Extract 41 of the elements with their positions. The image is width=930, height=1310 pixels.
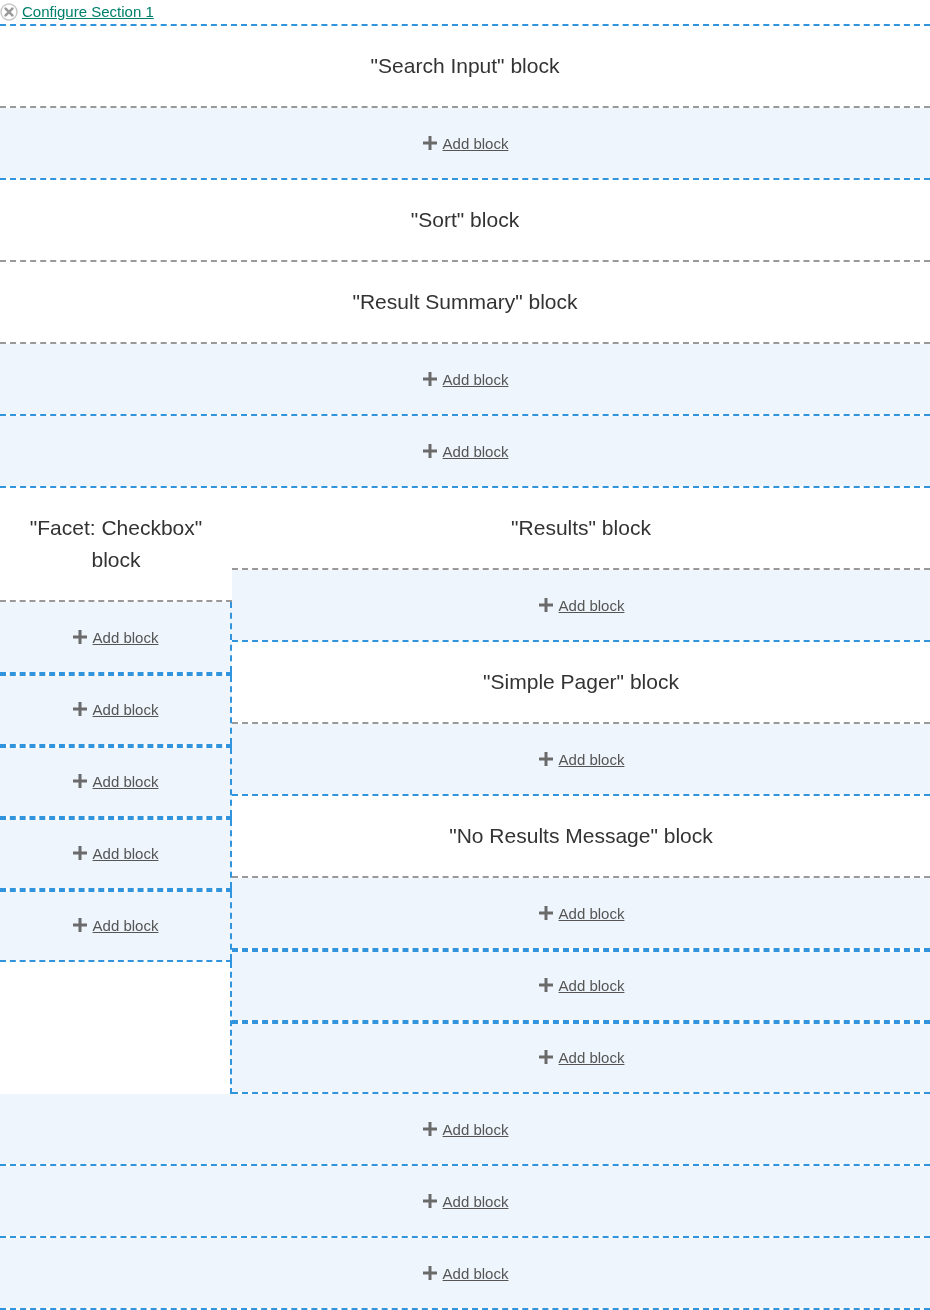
block-title: "Sort" block <box>410 208 520 231</box>
plus-icon <box>71 917 88 933</box>
block-title: "Facet: Checkbox" block <box>29 516 203 571</box>
add-block-link[interactable]: Add block <box>71 701 159 718</box>
block-title: "Results" block <box>511 516 651 539</box>
plus-icon <box>537 597 554 613</box>
configure-section-link[interactable]: Configure Section 1 <box>22 3 154 21</box>
plus-icon <box>71 629 88 645</box>
add-block-link[interactable]: Add block <box>537 597 625 614</box>
plus-icon <box>71 845 88 861</box>
plus-icon <box>537 905 554 921</box>
plus-icon <box>421 135 438 151</box>
add-block-link[interactable]: Add block <box>71 629 159 646</box>
plus-icon <box>421 371 438 387</box>
plus-icon <box>421 443 438 459</box>
add-block-link[interactable]: Add block <box>421 1193 509 1210</box>
plus-icon <box>421 1121 438 1137</box>
add-block-link[interactable]: Add block <box>421 135 509 152</box>
add-block-link[interactable]: Add block <box>421 371 509 388</box>
plus-icon <box>71 701 88 717</box>
add-block-link[interactable]: Add block <box>537 905 625 922</box>
plus-icon <box>421 1193 438 1209</box>
add-block-link[interactable]: Add block <box>71 845 159 862</box>
add-block-link[interactable]: Add block <box>537 751 625 768</box>
add-block-link[interactable]: Add block <box>537 977 625 994</box>
close-icon[interactable] <box>0 3 18 21</box>
plus-icon <box>537 751 554 767</box>
block-title: "Simple Pager" block <box>483 670 679 693</box>
plus-icon <box>537 977 554 993</box>
add-block-link[interactable]: Add block <box>421 1121 509 1138</box>
plus-icon <box>537 1049 554 1065</box>
plus-icon <box>71 773 88 789</box>
add-block-link[interactable]: Add block <box>71 917 159 934</box>
add-block-link[interactable]: Add block <box>537 1049 625 1066</box>
add-block-link[interactable]: Add block <box>421 443 509 460</box>
add-block-link[interactable]: Add block <box>421 1265 509 1282</box>
block-title: "Search Input" block <box>370 54 560 77</box>
block-title: "No Results Message" block <box>449 824 713 847</box>
plus-icon <box>421 1265 438 1281</box>
add-block-link[interactable]: Add block <box>71 773 159 790</box>
block-title: "Result Summary" block <box>352 290 578 313</box>
